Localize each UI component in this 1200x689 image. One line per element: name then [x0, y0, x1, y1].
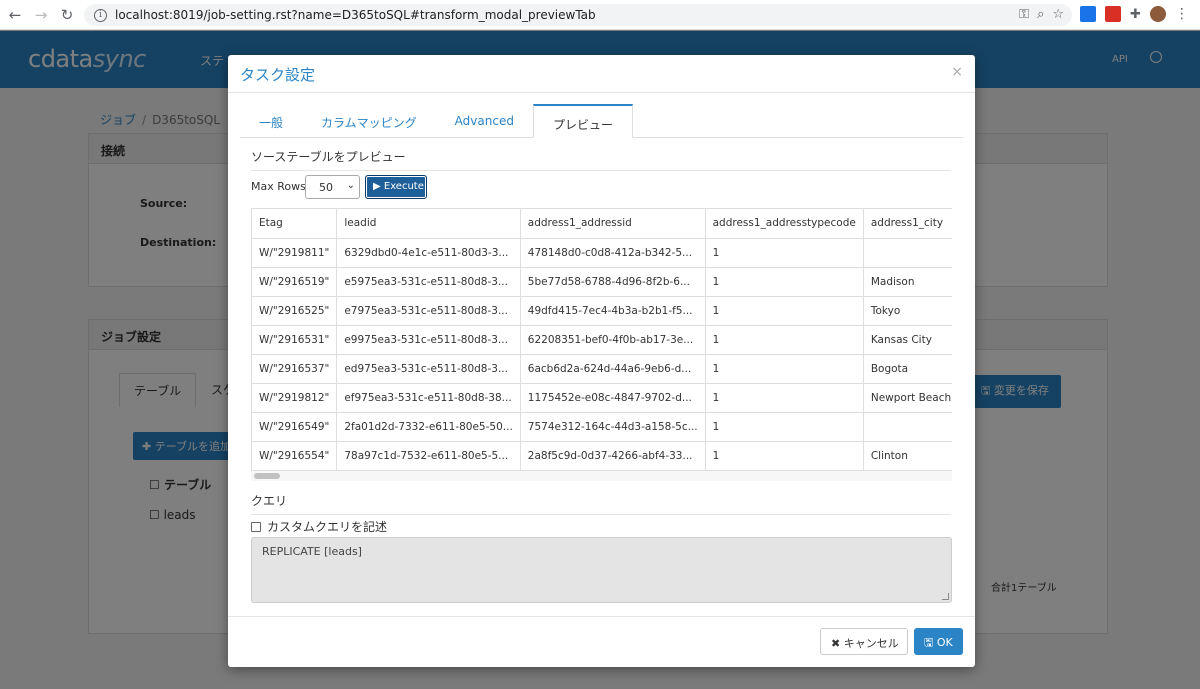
ok-button[interactable]: 🖫 OK [914, 628, 963, 655]
table-cell[interactable]: 1 [705, 354, 864, 384]
query-textarea[interactable]: REPLICATE [leads] [251, 537, 952, 603]
query-text: REPLICATE [leads] [262, 545, 362, 558]
cancel-button[interactable]: ✖ キャンセル [820, 628, 908, 655]
site-info-icon[interactable]: i [94, 8, 107, 22]
table-cell[interactable]: 478148d0-c0d8-412a-b342-5... [520, 238, 706, 268]
table-cell[interactable]: 1 [705, 383, 864, 413]
table-cell[interactable]: 1 [705, 267, 864, 297]
table-cell[interactable]: ef975ea3-531c-e511-80d8-38... [336, 383, 521, 413]
table-row[interactable]: W/"2919811" 6329dbd0-4e1c-e511-80d3-3... 4… [252, 238, 952, 268]
table-cell[interactable]: 5be77d58-6788-4d96-8f2b-6... [520, 267, 706, 297]
table-cell[interactable]: 1 [705, 325, 864, 355]
table-row[interactable]: W/"2916554" 78a97c1d-7532-e611-80e5-5... 2… [252, 441, 952, 471]
close-icon[interactable]: × [951, 64, 963, 80]
table-cell[interactable]: W/"2916549" [252, 412, 338, 442]
preview-table: Etag leadid address1_addressid address1_… [252, 209, 952, 471]
table-cell[interactable]: Madison [863, 267, 952, 297]
table-cell[interactable]: Newport Beach [863, 383, 952, 413]
chevron-down-icon: ⌄ [346, 180, 355, 191]
browser-toolbar: ← → ↻ i localhost:8019/job-setting.rst?n… [0, 0, 1200, 30]
column-header[interactable]: address1_city [863, 209, 952, 239]
custom-query-checkbox[interactable] [251, 521, 261, 532]
column-header[interactable]: address1_addresstypecode [705, 209, 864, 239]
max-rows-value: 50 [319, 181, 333, 194]
table-cell[interactable]: 6acb6d2a-624d-44a6-9eb6-d... [520, 354, 706, 384]
table-cell[interactable]: 7574e312-164c-44d3-a158-5c... [520, 412, 706, 442]
extensions-puzzle-icon[interactable]: ✚ [1130, 7, 1141, 22]
column-header[interactable]: Etag [252, 209, 338, 239]
preview-section-title: ソーステーブルをプレビュー [251, 148, 951, 171]
column-header[interactable]: address1_addressid [520, 209, 706, 239]
table-cell[interactable]: 78a97c1d-7532-e611-80e5-5... [336, 441, 521, 471]
forward-icon[interactable]: → [30, 4, 52, 26]
table-row[interactable]: W/"2919812" ef975ea3-531c-e511-80d8-38...… [252, 383, 952, 413]
modal-title: タスク設定 [240, 66, 316, 84]
execute-button[interactable]: ▶ Execute [365, 175, 427, 199]
table-cell[interactable]: Tokyo [863, 296, 952, 326]
task-settings-modal: タスク設定 × 一般 カラムマッピング Advanced プレビュー ソーステー… [228, 55, 975, 667]
table-cell[interactable]: W/"2916554" [252, 441, 338, 471]
table-cell[interactable]: 1 [705, 238, 864, 268]
table-cell[interactable]: W/"2916531" [252, 325, 338, 355]
table-row[interactable]: W/"2916525" e7975ea3-531c-e511-80d8-3... 4… [252, 296, 952, 326]
scrollbar-thumb[interactable] [254, 473, 280, 479]
table-cell[interactable]: W/"2916525" [252, 296, 338, 326]
table-body: W/"2919811" 6329dbd0-4e1c-e511-80d3-3... 4… [252, 238, 952, 471]
table-cell[interactable]: 49dfd415-7ec4-4b3a-b2b1-f5... [520, 296, 706, 326]
resize-handle-icon[interactable] [942, 593, 949, 600]
table-cell[interactable]: 1 [705, 412, 864, 442]
tab-preview[interactable]: プレビュー [532, 104, 633, 138]
table-cell[interactable]: 2a8f5c9d-0d37-4266-abf4-33... [520, 441, 706, 471]
back-icon[interactable]: ← [4, 4, 26, 26]
table-cell[interactable]: 1175452e-e08c-4847-9702-d... [520, 383, 706, 413]
table-cell[interactable]: W/"2919812" [252, 383, 338, 413]
reload-icon[interactable]: ↻ [56, 4, 78, 26]
table-row[interactable]: W/"2916531" e9975ea3-531c-e511-80d8-3... 6… [252, 325, 952, 355]
table-cell[interactable]: 1 [705, 441, 864, 471]
table-row[interactable]: W/"2916537" ed975ea3-531c-e511-80d8-3... 6… [252, 354, 952, 384]
table-cell[interactable]: ed975ea3-531c-e511-80d8-3... [336, 354, 521, 384]
table-cell[interactable]: 2fa01d2d-7332-e611-80e5-50... [336, 412, 521, 442]
url-text: localhost:8019/job-setting.rst?name=D365… [115, 8, 596, 22]
max-rows-select[interactable]: 50 ⌄ [305, 175, 360, 199]
star-icon[interactable]: ☆ [1052, 7, 1064, 22]
modal-header: タスク設定 × [228, 55, 975, 93]
table-cell[interactable]: W/"2919811" [252, 238, 338, 268]
table-cell[interactable]: 6329dbd0-4e1c-e511-80d3-3... [336, 238, 521, 268]
table-cell[interactable]: e7975ea3-531c-e511-80d8-3... [336, 296, 521, 326]
table-cell[interactable] [863, 238, 952, 268]
table-row[interactable]: W/"2916549" 2fa01d2d-7332-e611-80e5-50...… [252, 412, 952, 442]
address-bar[interactable]: i localhost:8019/job-setting.rst?name=D3… [84, 4, 1072, 26]
table-cell[interactable]: e5975ea3-531c-e511-80d8-3... [336, 267, 521, 297]
table-cell[interactable]: W/"2916519" [252, 267, 338, 297]
modal-tabs: 一般 カラムマッピング Advanced プレビュー [240, 104, 963, 138]
extension-icon[interactable] [1080, 6, 1096, 22]
menu-kebab-icon[interactable]: ⋮ [1175, 6, 1189, 22]
column-header[interactable]: leadid [336, 209, 521, 239]
table-cell[interactable]: e9975ea3-531c-e511-80d8-3... [336, 325, 521, 355]
zoom-icon[interactable]: ⌕ [1037, 7, 1044, 22]
table-cell[interactable]: 62208351-bef0-4f0b-ab17-3e... [520, 325, 706, 355]
table-cell[interactable]: Kansas City [863, 325, 952, 355]
tab-column-mapping[interactable]: カラムマッピング [302, 104, 436, 137]
table-cell[interactable] [863, 412, 952, 442]
pdf-extension-icon[interactable] [1105, 6, 1121, 22]
custom-query-row: カスタムクエリを記述 [251, 518, 387, 535]
horizontal-scrollbar[interactable] [251, 471, 952, 481]
table-row[interactable]: W/"2916519" e5975ea3-531c-e511-80d8-3... 5… [252, 267, 952, 297]
max-rows-label: Max Rows: [251, 180, 310, 193]
tab-advanced[interactable]: Advanced [436, 104, 533, 137]
tab-general[interactable]: 一般 [240, 104, 302, 137]
table-cell[interactable]: 1 [705, 296, 864, 326]
table-cell[interactable]: Bogota [863, 354, 952, 384]
query-section-title: クエリ [251, 492, 951, 515]
table-cell[interactable]: W/"2916537" [252, 354, 338, 384]
key-icon[interactable]: ⚿ [1019, 7, 1029, 22]
profile-avatar-icon[interactable] [1149, 6, 1166, 22]
custom-query-label[interactable]: カスタムクエリを記述 [267, 518, 387, 535]
table-header-row: Etag leadid address1_addressid address1_… [252, 209, 952, 239]
table-cell[interactable]: Clinton [863, 441, 952, 471]
preview-grid: Etag leadid address1_addressid address1_… [251, 208, 952, 481]
